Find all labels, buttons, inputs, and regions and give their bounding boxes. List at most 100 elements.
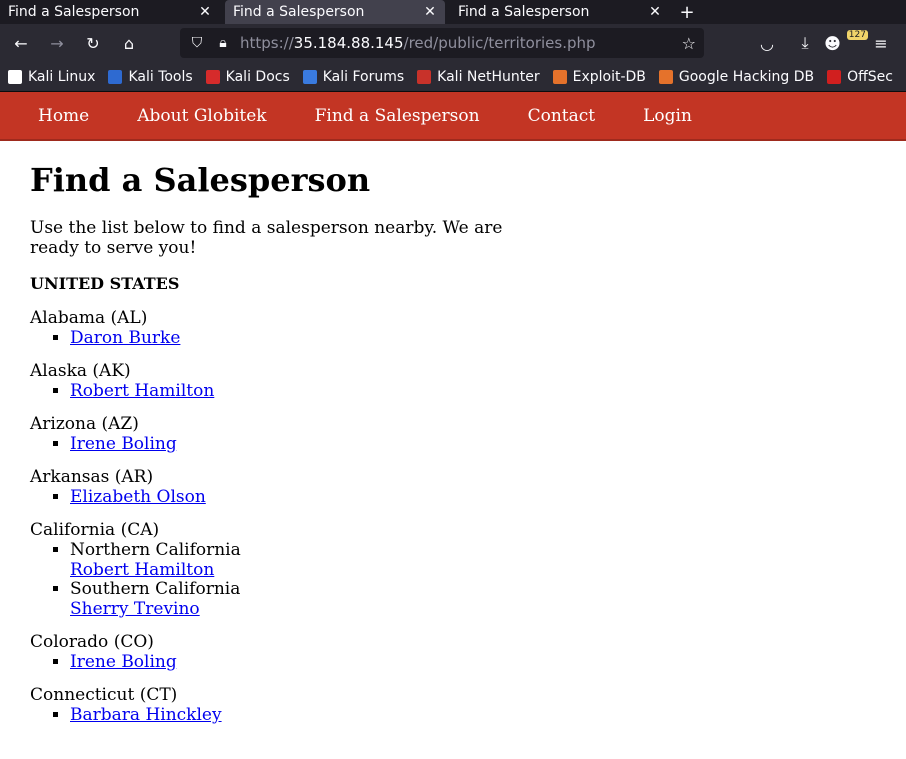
state-name: Colorado (CO) [30,632,154,653]
bookmarks-bar: Kali Linux Kali Tools Kali Docs Kali Forums… [0,62,906,92]
bookmark-icon [205,69,220,84]
state-entry: Arizona (AZ)Irene Boling [30,415,876,454]
salesperson-list: Robert Hamilton [30,381,876,402]
nav-link[interactable]: Contact [528,106,596,126]
state-name: California (CA) [30,520,160,541]
extension-icon: ☻ [824,33,841,53]
state-list: Alabama (AL)Daron BurkeAlaska (AK)Robert… [30,309,876,725]
nav-toolbar: ← → ↻ ⌂ ⛉ 🔒︎ https://35.184.88.145/red/p… [0,24,906,62]
bookmark-item[interactable]: Google Hacking DB [658,68,815,85]
download-icon: ⤓ [801,33,809,52]
bookmark-label: Kali Docs [225,68,290,85]
extension-button[interactable]: ☻ 127 [824,28,868,58]
downloads-button[interactable]: ⤓ [790,28,820,58]
toolbar-right: ◡ ⤓ ☻ 127 ≡ [748,28,900,58]
home-icon: ⌂ [123,33,135,53]
nav-link[interactable]: Home [38,106,89,126]
bookmark-item[interactable]: Kali Docs [205,68,290,85]
state-name: Arizona (AZ) [30,414,139,435]
tab-title: Find a Salesperson [8,4,140,20]
bookmark-icon [552,69,567,84]
nav-link[interactable]: Find a Salesperson [315,106,480,126]
main-content: Find a Salesperson Use the list below to… [0,141,906,759]
salesperson-link[interactable]: Daron Burke [70,328,180,348]
bookmark-icon [827,69,842,84]
close-icon[interactable]: ✕ [648,4,662,20]
site-nav: Home About Globitek Find a Salesperson Cont… [0,92,906,141]
extension-badge: 127 [846,30,868,40]
list-item: Northern CaliforniaRobert Hamilton [70,540,876,580]
bookmark-item[interactable]: OffSec [827,69,893,85]
url-bar[interactable]: ⛉ 🔒︎ https://35.184.88.145/red/public/te… [180,28,704,58]
bookmark-icon [417,69,432,84]
bookmark-label: Kali Forums [322,68,405,85]
tab-1[interactable]: Find a Salesperson ✕ [0,0,220,24]
state-name: Alabama (AL) [30,308,148,329]
salesperson-list: Northern CaliforniaRobert HamiltonSouthe… [30,540,876,619]
salesperson-link[interactable]: Elizabeth Olson [70,487,206,507]
list-item: Irene Boling [70,652,876,673]
salesperson-list: Irene Boling [30,434,876,455]
nav-link[interactable]: Login [643,106,692,126]
salesperson-link[interactable]: Barbara Hinckley [70,705,222,725]
bookmark-icon [658,69,673,84]
bookmark-item[interactable]: Kali NetHunter [417,68,540,85]
bookmark-item[interactable]: Kali Tools [108,69,193,85]
list-item: Irene Boling [70,434,876,455]
bookmark-label: OffSec [847,68,893,85]
intro-text: Use the list below to find a salesperson… [30,218,503,258]
shield-icon[interactable]: ⛉ [188,35,206,51]
salesperson-list: Barbara Hinckley [30,705,876,726]
tab-3[interactable]: Find a Salesperson ✕ [450,0,670,24]
reload-button[interactable]: ↻ [78,28,108,58]
nav-link[interactable]: About Globitek [137,106,266,126]
state-name: Arkansas (AR) [30,467,154,488]
bookmark-icon [8,69,22,84]
url-scheme: https:// [240,34,294,52]
close-icon[interactable]: ✕ [423,4,437,20]
state-entry: California (CA)Northern CaliforniaRobert… [30,521,876,619]
bookmark-label: Kali NetHunter [437,68,540,85]
star-icon[interactable]: ☆ [682,34,696,53]
reload-icon: ↻ [86,33,100,53]
arrow-left-icon: ← [14,33,28,53]
salesperson-link[interactable]: Irene Boling [70,652,177,672]
list-item: Elizabeth Olson [70,487,876,508]
lock-icon[interactable]: 🔒︎ [214,35,232,51]
salesperson-list: Elizabeth Olson [30,487,876,508]
salesperson-link[interactable]: Robert Hamilton [70,560,214,580]
bookmark-item[interactable]: Kali Linux [8,69,95,85]
hamburger-icon: ≡ [874,33,888,53]
pocket-icon: ◡ [760,33,774,53]
salesperson-link[interactable]: Robert Hamilton [70,381,214,401]
bookmark-label: Google Hacking DB [678,68,815,85]
salesperson-list: Irene Boling [30,652,876,673]
state-entry: Colorado (CO)Irene Boling [30,633,876,672]
home-button[interactable]: ⌂ [114,28,144,58]
state-entry: Connecticut (CT)Barbara Hinckley [30,686,876,725]
bookmark-label: Exploit-DB [572,68,646,85]
salesperson-list: Daron Burke [30,328,876,349]
new-tab-button[interactable]: + [675,0,699,24]
forward-button[interactable]: → [42,28,72,58]
list-item: Southern CaliforniaSherry Trevino [70,579,876,619]
browser-chrome: Find a Salesperson ✕ Find a Salesperson … [0,0,906,92]
bookmark-item[interactable]: Kali Forums [302,68,405,85]
state-name: Alaska (AK) [30,361,131,382]
tab-2[interactable]: Find a Salesperson ✕ [225,0,445,24]
close-icon[interactable]: ✕ [198,4,212,20]
bookmark-item[interactable]: Exploit-DB [552,68,646,85]
salesperson-link[interactable]: Sherry Trevino [70,599,200,619]
back-button[interactable]: ← [6,28,36,58]
plus-icon: + [679,1,695,23]
list-item: Robert Hamilton [70,381,876,402]
url-host: 35.184.88.145 [293,34,404,52]
bookmark-icon [108,69,123,84]
list-item: Barbara Hinckley [70,705,876,726]
pocket-button[interactable]: ◡ [752,28,782,58]
bookmark-label: Kali Linux [28,68,96,85]
bookmark-icon [302,69,317,84]
menu-button[interactable]: ≡ [866,28,896,58]
salesperson-link[interactable]: Irene Boling [70,434,177,454]
country-heading: UNITED STATES [30,274,180,294]
